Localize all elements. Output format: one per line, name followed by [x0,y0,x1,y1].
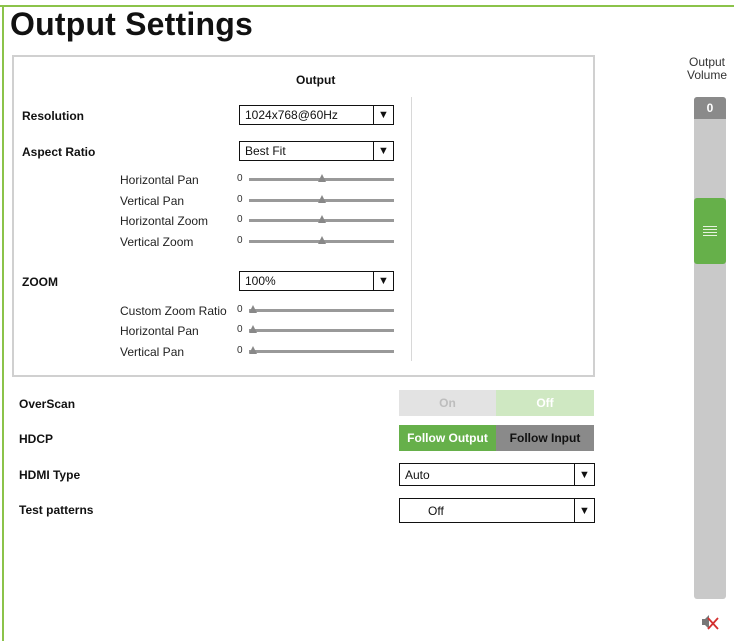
grip-lines-icon [703,226,717,236]
zoom-vertical-pan-slider[interactable]: 0 [237,345,395,357]
slider-track [249,329,394,332]
aspect-ratio-value: Best Fit [245,144,286,158]
hdcp-toggle[interactable]: Follow Output Follow Input [399,425,594,451]
zoom-select[interactable]: 100% ▼ [239,271,394,291]
overscan-label: OverScan [19,397,76,411]
vertical-pan-value: 0 [237,194,243,205]
vertical-pan-slider[interactable]: 0 [237,194,395,206]
aspect-ratio-label: Aspect Ratio [22,145,96,159]
chevron-down-icon[interactable]: ▼ [373,272,393,290]
hdcp-label: HDCP [19,432,54,446]
zoom-horizontal-pan-value: 0 [237,324,243,335]
output-volume-label-line2: Volume [686,68,728,82]
slider-thumb[interactable] [317,195,326,203]
test-patterns-label: Test patterns [19,503,94,517]
horizontal-zoom-label: Horizontal Zoom [120,214,209,228]
zoom-vertical-pan-label: Vertical Pan [120,345,185,359]
volume-slider-thumb[interactable] [694,198,726,264]
frame-left-border [2,5,4,641]
zoom-label: ZOOM [22,275,58,289]
custom-zoom-ratio-slider[interactable]: 0 [237,304,395,316]
slider-thumb[interactable] [317,174,326,182]
hdmi-type-select[interactable]: Auto ▼ [399,463,595,486]
chevron-down-icon[interactable]: ▼ [574,499,594,522]
zoom-horizontal-pan-slider[interactable]: 0 [237,324,395,336]
vertical-zoom-label: Vertical Zoom [120,235,194,249]
overscan-toggle[interactable]: On Off [399,390,594,416]
output-panel-header: Output [296,73,336,87]
slider-thumb[interactable] [249,325,257,333]
resolution-select[interactable]: 1024x768@60Hz ▼ [239,105,394,125]
output-panel: Output Resolution 1024x768@60Hz ▼ Aspect… [12,55,595,377]
panel-divider [411,97,412,361]
chevron-down-icon[interactable]: ▼ [373,142,393,160]
hdcp-follow-input-option[interactable]: Follow Input [496,425,594,451]
slider-track [249,309,394,312]
hdmi-type-label: HDMI Type [19,468,81,482]
chevron-down-icon[interactable]: ▼ [574,464,594,485]
zoom-vertical-pan-value: 0 [237,345,243,356]
resolution-value: 1024x768@60Hz [245,108,338,122]
horizontal-zoom-slider[interactable]: 0 [237,214,395,226]
output-volume-label: Output Volume [680,56,734,82]
zoom-horizontal-pan-label: Horizontal Pan [120,324,199,338]
vertical-zoom-slider[interactable]: 0 [237,235,395,247]
overscan-on-option[interactable]: On [399,390,496,416]
vertical-zoom-value: 0 [237,235,243,246]
custom-zoom-ratio-value: 0 [237,304,243,315]
horizontal-pan-label: Horizontal Pan [120,173,199,187]
horizontal-zoom-value: 0 [237,214,243,225]
slider-track [249,350,394,353]
page-title: Output Settings [10,6,253,42]
horizontal-pan-slider[interactable]: 0 [237,173,395,185]
test-patterns-value: Off [428,503,444,518]
horizontal-pan-value: 0 [237,173,243,184]
volume-value-badge: 0 [694,97,726,119]
chevron-down-icon[interactable]: ▼ [373,106,393,124]
resolution-label: Resolution [22,109,84,123]
overscan-off-option[interactable]: Off [496,390,594,416]
hdmi-type-value: Auto [405,467,430,482]
slider-thumb[interactable] [317,236,326,244]
volume-slider-track[interactable] [694,97,726,599]
aspect-ratio-select[interactable]: Best Fit ▼ [239,141,394,161]
speaker-muted-icon[interactable] [700,612,720,632]
vertical-pan-label: Vertical Pan [120,194,185,208]
zoom-value: 100% [245,274,276,288]
custom-zoom-ratio-label: Custom Zoom Ratio [120,304,227,318]
slider-thumb[interactable] [249,346,257,354]
test-patterns-select[interactable]: Off ▼ [399,498,595,523]
slider-thumb[interactable] [317,215,326,223]
slider-thumb[interactable] [249,305,257,313]
hdcp-follow-output-option[interactable]: Follow Output [399,425,496,451]
